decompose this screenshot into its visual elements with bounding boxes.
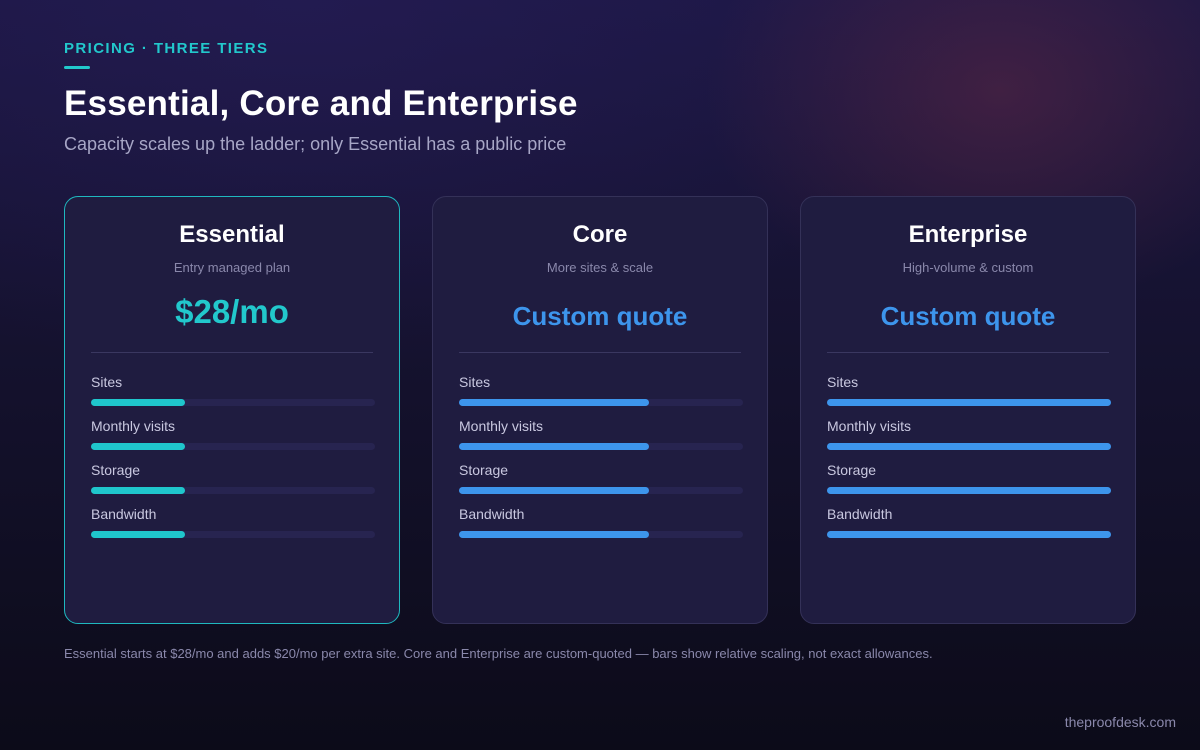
metric-label-monthly-visits: Monthly visits: [91, 418, 176, 434]
metric-bar-fill: [459, 487, 650, 494]
metric-bar-fill: [827, 487, 1111, 494]
metric-bar-monthly-visits: [91, 443, 375, 450]
footnote: Essential starts at $28/mo and adds $20/…: [64, 646, 933, 661]
metric-bar-fill: [459, 399, 650, 406]
metric-bar-fill: [91, 399, 185, 406]
tier-card-essential[interactable]: Essential Entry managed plan $28/mo Site…: [64, 196, 400, 624]
tier-tagline: High-volume & custom: [902, 260, 1034, 275]
metric-label-bandwidth: Bandwidth: [91, 506, 157, 522]
tier-name: Essential: [179, 221, 285, 248]
metric-bar-monthly-visits: [459, 443, 743, 450]
metric-label-sites: Sites: [827, 374, 859, 390]
tier-price: Custom quote: [512, 301, 688, 331]
eyebrow-rule: [64, 66, 90, 69]
tier-card-enterprise[interactable]: Enterprise High-volume & custom Custom q…: [800, 196, 1136, 624]
tier-price: $28/mo: [175, 293, 289, 330]
metric-bar-fill: [827, 443, 1111, 450]
metric-label-bandwidth: Bandwidth: [459, 506, 525, 522]
metric-bar-fill: [459, 443, 650, 450]
metric-bar-bandwidth: [827, 531, 1111, 538]
tier-tagline: Entry managed plan: [173, 260, 291, 275]
metric-bar-sites: [91, 399, 375, 406]
card-divider: [91, 352, 373, 353]
tier-name: Core: [572, 221, 628, 248]
metric-bar-monthly-visits: [827, 443, 1111, 450]
metric-label-storage: Storage: [827, 462, 877, 478]
card-divider: [827, 352, 1109, 353]
metric-label-storage: Storage: [459, 462, 509, 478]
metric-bar-storage: [459, 487, 743, 494]
metric-label-sites: Sites: [91, 374, 123, 390]
page-subtitle: Capacity scales up the ladder; only Esse…: [64, 134, 567, 154]
metric-bar-fill: [459, 531, 650, 538]
metric-bar-sites: [827, 399, 1111, 406]
metric-bar-fill: [91, 531, 185, 538]
metric-label-bandwidth: Bandwidth: [827, 506, 893, 522]
metric-bar-sites: [459, 399, 743, 406]
metric-bar-bandwidth: [91, 531, 375, 538]
brand-link[interactable]: theproofdesk.com: [1065, 714, 1176, 730]
metric-label-sites: Sites: [459, 374, 491, 390]
metric-label-storage: Storage: [91, 462, 141, 478]
tier-tagline: More sites & scale: [546, 260, 654, 275]
tier-price: Custom quote: [880, 301, 1056, 331]
metric-bar-bandwidth: [459, 531, 743, 538]
tier-card-core[interactable]: Core More sites & scale Custom quote Sit…: [432, 196, 768, 624]
metric-bar-fill: [827, 399, 1111, 406]
metric-label-monthly-visits: Monthly visits: [827, 418, 912, 434]
metric-label-monthly-visits: Monthly visits: [459, 418, 544, 434]
metric-bar-fill: [827, 531, 1111, 538]
pricing-cards: Essential Entry managed plan $28/mo Site…: [64, 196, 1136, 624]
metric-bar-storage: [827, 487, 1111, 494]
metric-bar-fill: [91, 487, 185, 494]
tier-name: Enterprise: [908, 221, 1028, 248]
metric-bar-storage: [91, 487, 375, 494]
card-divider: [459, 352, 741, 353]
eyebrow-label: PRICING · THREE TIERS: [64, 40, 269, 57]
metric-bar-fill: [91, 443, 185, 450]
page-title: Essential, Core and Enterprise: [64, 84, 578, 123]
